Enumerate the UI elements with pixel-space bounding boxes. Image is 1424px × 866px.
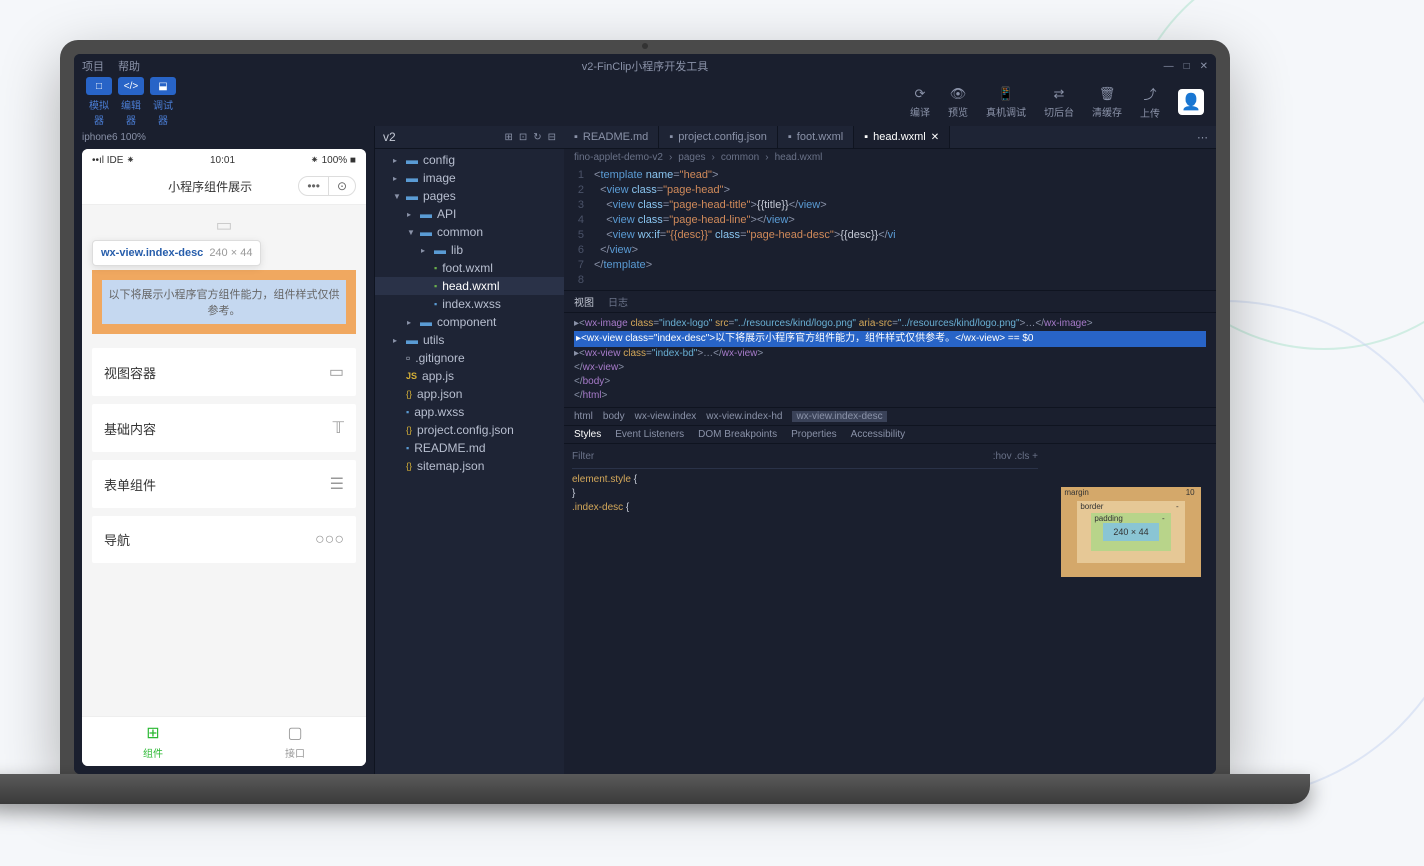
file-tree-item[interactable]: ▼▬pages: [375, 187, 564, 205]
file-tree-item[interactable]: ▸▬image: [375, 169, 564, 187]
devtools-subtab[interactable]: Accessibility: [851, 429, 905, 440]
devtools-subtab[interactable]: Event Listeners: [615, 429, 684, 440]
laptop-base: [0, 774, 1310, 804]
styles-panel[interactable]: Filter :hov .cls + element.style {}.inde…: [564, 444, 1046, 620]
list-item[interactable]: 视图容器▭: [92, 348, 356, 396]
list-item[interactable]: 导航○○○: [92, 516, 356, 563]
simulator-toggle[interactable]: □: [86, 77, 112, 95]
file-tree-item[interactable]: ▸▬component: [375, 313, 564, 331]
code-editor[interactable]: 1<template name="head">2 <view class="pa…: [564, 166, 1216, 290]
filter-actions[interactable]: :hov .cls +: [993, 450, 1038, 464]
tabbar-item[interactable]: ▢接口: [224, 717, 366, 766]
editor-panel: ▪README.md▪project.config.json▪foot.wxml…: [564, 126, 1216, 774]
box-model: margin10 border- padding- 240 × 44: [1046, 444, 1216, 620]
camera-notch: [642, 43, 648, 49]
toolbar-action[interactable]: ⟳编译: [910, 86, 930, 119]
file-tree-item[interactable]: ▸▬lib: [375, 241, 564, 259]
dom-breadcrumb[interactable]: htmlbodywx-view.indexwx-view.index-hdwx-…: [564, 407, 1216, 426]
file-tree-item[interactable]: ▪index.wxss: [375, 295, 564, 313]
editor-tab[interactable]: ▪README.md: [564, 126, 659, 148]
debugger-toggle[interactable]: ⬓: [150, 77, 176, 95]
inspect-tooltip: wx-view.index-desc 240 × 44: [92, 240, 261, 266]
menu-item[interactable]: 帮助: [118, 58, 140, 74]
file-tree-item[interactable]: ▫.gitignore: [375, 349, 564, 367]
dom-inspector[interactable]: ▸<wx-image class="index-logo" src="../re…: [564, 313, 1216, 407]
filter-input[interactable]: Filter: [572, 450, 594, 464]
devtools-subtab[interactable]: Styles: [574, 429, 601, 440]
file-tree-item[interactable]: {}project.config.json: [375, 421, 564, 439]
toolbar-action[interactable]: 👁预览: [948, 86, 968, 119]
page-title: 小程序组件展示: [122, 178, 298, 195]
file-tree-item[interactable]: ▸▬API: [375, 205, 564, 223]
devtools-subtab[interactable]: Properties: [791, 429, 837, 440]
capsule-button[interactable]: •••⊙: [298, 176, 356, 196]
window-title: v2-FinClip小程序开发工具: [582, 58, 709, 74]
menu-item[interactable]: 项目: [82, 58, 104, 74]
window-controls[interactable]: —□✕: [1164, 61, 1208, 72]
editor-toggle[interactable]: </>: [118, 77, 144, 95]
toolbar-action[interactable]: ⤴上传: [1140, 84, 1160, 120]
phone-simulator[interactable]: ••ıl IDE ⁕ 10:01 ⁕ 100% ■ 小程序组件展示 •••⊙ ▭…: [82, 149, 366, 766]
device-label: iphone6 100%: [82, 130, 366, 149]
phone-statusbar: ••ıl IDE ⁕ 10:01 ⁕ 100% ■: [82, 149, 366, 172]
file-tree-item[interactable]: {}sitemap.json: [375, 457, 564, 475]
toolbar-action[interactable]: 🗑清缓存: [1092, 86, 1122, 119]
laptop-frame: 项目帮助 v2-FinClip小程序开发工具 —□✕ □ </> ⬓ 模拟器编辑…: [60, 40, 1230, 804]
titlebar: 项目帮助 v2-FinClip小程序开发工具 —□✕: [74, 54, 1216, 78]
devtools-subtab[interactable]: DOM Breakpoints: [698, 429, 777, 440]
list-item[interactable]: 表单组件☰: [92, 460, 356, 508]
file-explorer: v2 ⊞⊡↻⊟ ▸▬config▸▬image▼▬pages▸▬API▼▬com…: [374, 126, 564, 774]
file-tree-item[interactable]: ▼▬common: [375, 223, 564, 241]
project-root: v2: [383, 130, 396, 144]
devtools-tab[interactable]: 日志: [608, 294, 628, 309]
file-tree-item[interactable]: ▸▬config: [375, 151, 564, 169]
file-tree-item[interactable]: {}app.json: [375, 385, 564, 403]
file-tree-item[interactable]: ▸▬utils: [375, 331, 564, 349]
tabbar-item[interactable]: ⊞组件: [82, 717, 224, 766]
toolbar: □ </> ⬓ 模拟器编辑器调试器 ⟳编译👁预览📱真机调试⇄切后台🗑清缓存⤴上传…: [74, 78, 1216, 126]
devtools-tab[interactable]: 视图: [574, 294, 594, 309]
editor-tab[interactable]: ▪head.wxml✕: [854, 126, 950, 148]
file-tree-item[interactable]: JSapp.js: [375, 367, 564, 385]
editor-tab[interactable]: ▪foot.wxml: [778, 126, 854, 148]
devtools: 视图日志 ▸<wx-image class="index-logo" src="…: [564, 290, 1216, 620]
simulator-panel: iphone6 100% ••ıl IDE ⁕ 10:01 ⁕ 100% ■ 小…: [74, 126, 374, 774]
file-tree-item[interactable]: ▪README.md: [375, 439, 564, 457]
explorer-actions[interactable]: ⊞⊡↻⊟: [504, 132, 556, 143]
file-tree-item[interactable]: ▪head.wxml: [375, 277, 564, 295]
file-tree-item[interactable]: ▪foot.wxml: [375, 259, 564, 277]
avatar[interactable]: 👤: [1178, 89, 1204, 115]
tabs-more-icon[interactable]: ⋯: [1189, 131, 1216, 144]
highlighted-element[interactable]: 以下将展示小程序官方组件能力，组件样式仅供参考。: [92, 270, 356, 334]
list-item[interactable]: 基础内容𝕋: [92, 404, 356, 452]
toolbar-action[interactable]: 📱真机调试: [986, 86, 1026, 119]
toolbar-action[interactable]: ⇄切后台: [1044, 86, 1074, 119]
breadcrumb[interactable]: fino-applet-demo-v2›pages›common›head.wx…: [564, 149, 1216, 166]
file-tree-item[interactable]: ▪app.wxss: [375, 403, 564, 421]
editor-tab[interactable]: ▪project.config.json: [659, 126, 778, 148]
